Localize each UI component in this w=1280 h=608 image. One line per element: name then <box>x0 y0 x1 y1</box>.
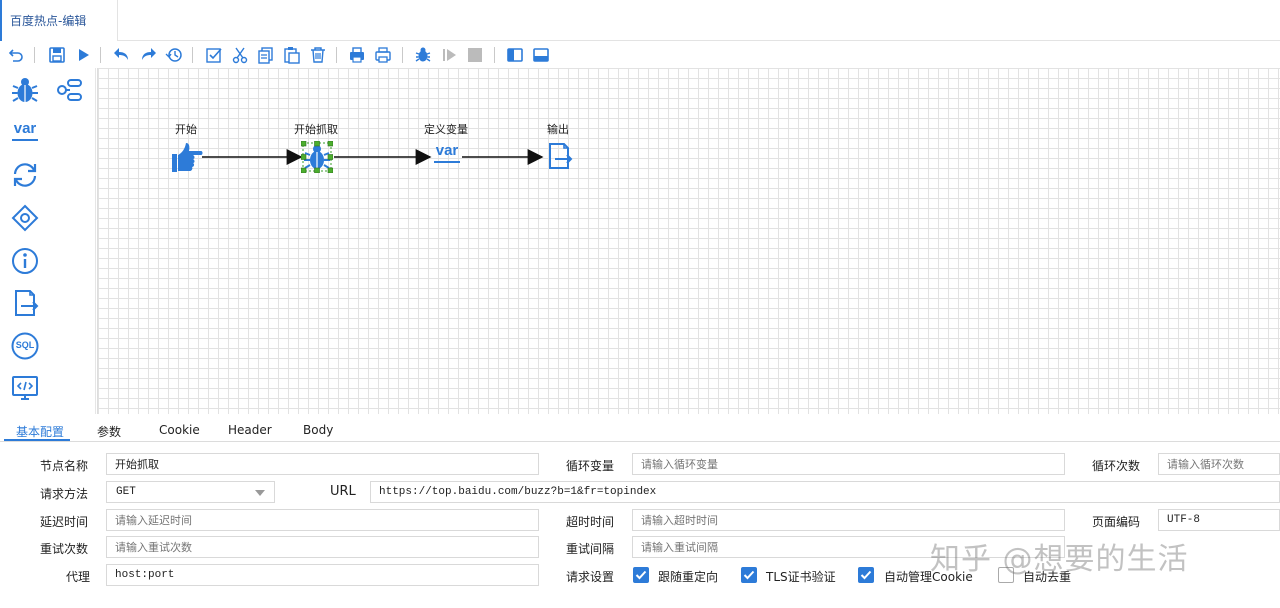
component-palette: var SQL <box>0 68 96 414</box>
undo-icon[interactable] <box>5 44 27 66</box>
cut-icon[interactable] <box>229 44 251 66</box>
node-label: 开始 <box>175 123 197 136</box>
request-settings-label: 请求设置 <box>566 570 615 584</box>
url-label: URL <box>330 484 356 499</box>
pointing-hand-icon <box>170 140 204 174</box>
variable-icon-text: var <box>13 120 37 137</box>
tls-verify-checkbox[interactable] <box>741 567 757 583</box>
chevron-down-icon <box>255 490 265 496</box>
encoding-input[interactable] <box>1158 509 1280 531</box>
info-icon[interactable] <box>8 244 42 278</box>
encoding-label: 页面编码 <box>1092 515 1141 529</box>
flow-link-icon[interactable] <box>52 73 86 107</box>
code-icon[interactable] <box>8 371 42 405</box>
history-icon[interactable] <box>163 44 185 66</box>
timeout-input[interactable] <box>632 509 1065 531</box>
sql-icon[interactable]: SQL <box>8 329 42 363</box>
delay-input[interactable] <box>106 509 539 531</box>
loop-count-input[interactable] <box>1158 453 1280 475</box>
run-icon[interactable] <box>72 44 94 66</box>
follow-redirect-label: 跟随重定向 <box>658 570 719 584</box>
step-icon[interactable] <box>438 44 460 66</box>
spider-icon[interactable] <box>8 73 42 107</box>
bottom-panel-icon[interactable] <box>530 44 552 66</box>
document-tab-bar: 百度热点-编辑 <box>0 0 1280 41</box>
active-tab-indicator <box>4 439 70 441</box>
delay-label: 延迟时间 <box>40 515 89 529</box>
toolbar <box>0 42 1280 68</box>
auto-cookie-checkbox[interactable] <box>858 567 874 583</box>
retries-input[interactable] <box>106 536 539 558</box>
paste-icon[interactable] <box>281 44 303 66</box>
copy-icon[interactable] <box>255 44 277 66</box>
proxy-input[interactable] <box>106 564 539 586</box>
delete-icon[interactable] <box>307 44 329 66</box>
output-icon <box>543 141 575 173</box>
retry-interval-label: 重试间隔 <box>566 542 615 556</box>
app-window: 百度热点-编辑 var SQL 开始 开始抓取 定义变量 var 输出 基本配置… <box>0 0 1280 608</box>
tab-params[interactable]: 参数 <box>97 423 121 440</box>
loop-var-label: 循环变量 <box>566 459 615 473</box>
tab-body[interactable]: Body <box>303 423 333 437</box>
tab-basic-config[interactable]: 基本配置 <box>16 423 64 440</box>
node-label: 开始抓取 <box>294 123 338 136</box>
export-icon[interactable] <box>346 44 368 66</box>
output-icon[interactable] <box>8 286 42 320</box>
tab-cookie[interactable]: Cookie <box>159 423 200 437</box>
property-form: 节点名称 循环变量 循环次数 请求方法 GET URL 延迟时间 超时时间 页面… <box>0 443 1280 608</box>
node-label: 定义变量 <box>424 123 468 136</box>
watermark-text: 知乎 @想要的生活 <box>930 542 1189 577</box>
variable-node-text: var <box>435 142 459 159</box>
stop-icon[interactable] <box>464 44 486 66</box>
loop-count-label: 循环次数 <box>1092 459 1141 473</box>
print-icon[interactable] <box>372 44 394 66</box>
left-panel-icon[interactable] <box>504 44 526 66</box>
tls-verify-label: TLS证书验证 <box>766 570 836 584</box>
save-icon[interactable] <box>46 44 68 66</box>
method-label: 请求方法 <box>40 487 89 501</box>
redo-back-icon[interactable] <box>111 44 133 66</box>
spider-icon <box>300 140 334 174</box>
loop-var-input[interactable] <box>632 453 1065 475</box>
proxy-label: 代理 <box>66 570 91 584</box>
follow-redirect-checkbox[interactable] <box>633 567 649 583</box>
property-tabs: 基本配置 参数 Cookie Header Body <box>0 418 1280 442</box>
node-name-label: 节点名称 <box>40 459 89 473</box>
variable-icon: var <box>431 143 463 171</box>
condition-icon[interactable] <box>8 201 42 235</box>
document-tab[interactable]: 百度热点-编辑 <box>0 0 118 41</box>
node-label: 输出 <box>547 123 569 136</box>
variable-icon[interactable]: var <box>8 116 42 146</box>
method-select[interactable]: GET <box>106 481 275 503</box>
node-name-input[interactable] <box>106 453 539 475</box>
flow-canvas[interactable]: 开始 开始抓取 定义变量 var 输出 <box>97 68 1280 414</box>
tab-header[interactable]: Header <box>228 423 272 437</box>
retries-label: 重试次数 <box>40 542 89 556</box>
debug-icon[interactable] <box>412 44 434 66</box>
sql-icon-text: SQL <box>15 340 35 350</box>
flow-connectors <box>202 149 544 165</box>
url-input[interactable] <box>370 481 1280 503</box>
loop-icon[interactable] <box>8 158 42 192</box>
method-value: GET <box>116 486 136 498</box>
timeout-label: 超时时间 <box>566 515 615 529</box>
select-all-icon[interactable] <box>203 44 225 66</box>
redo-icon[interactable] <box>137 44 159 66</box>
